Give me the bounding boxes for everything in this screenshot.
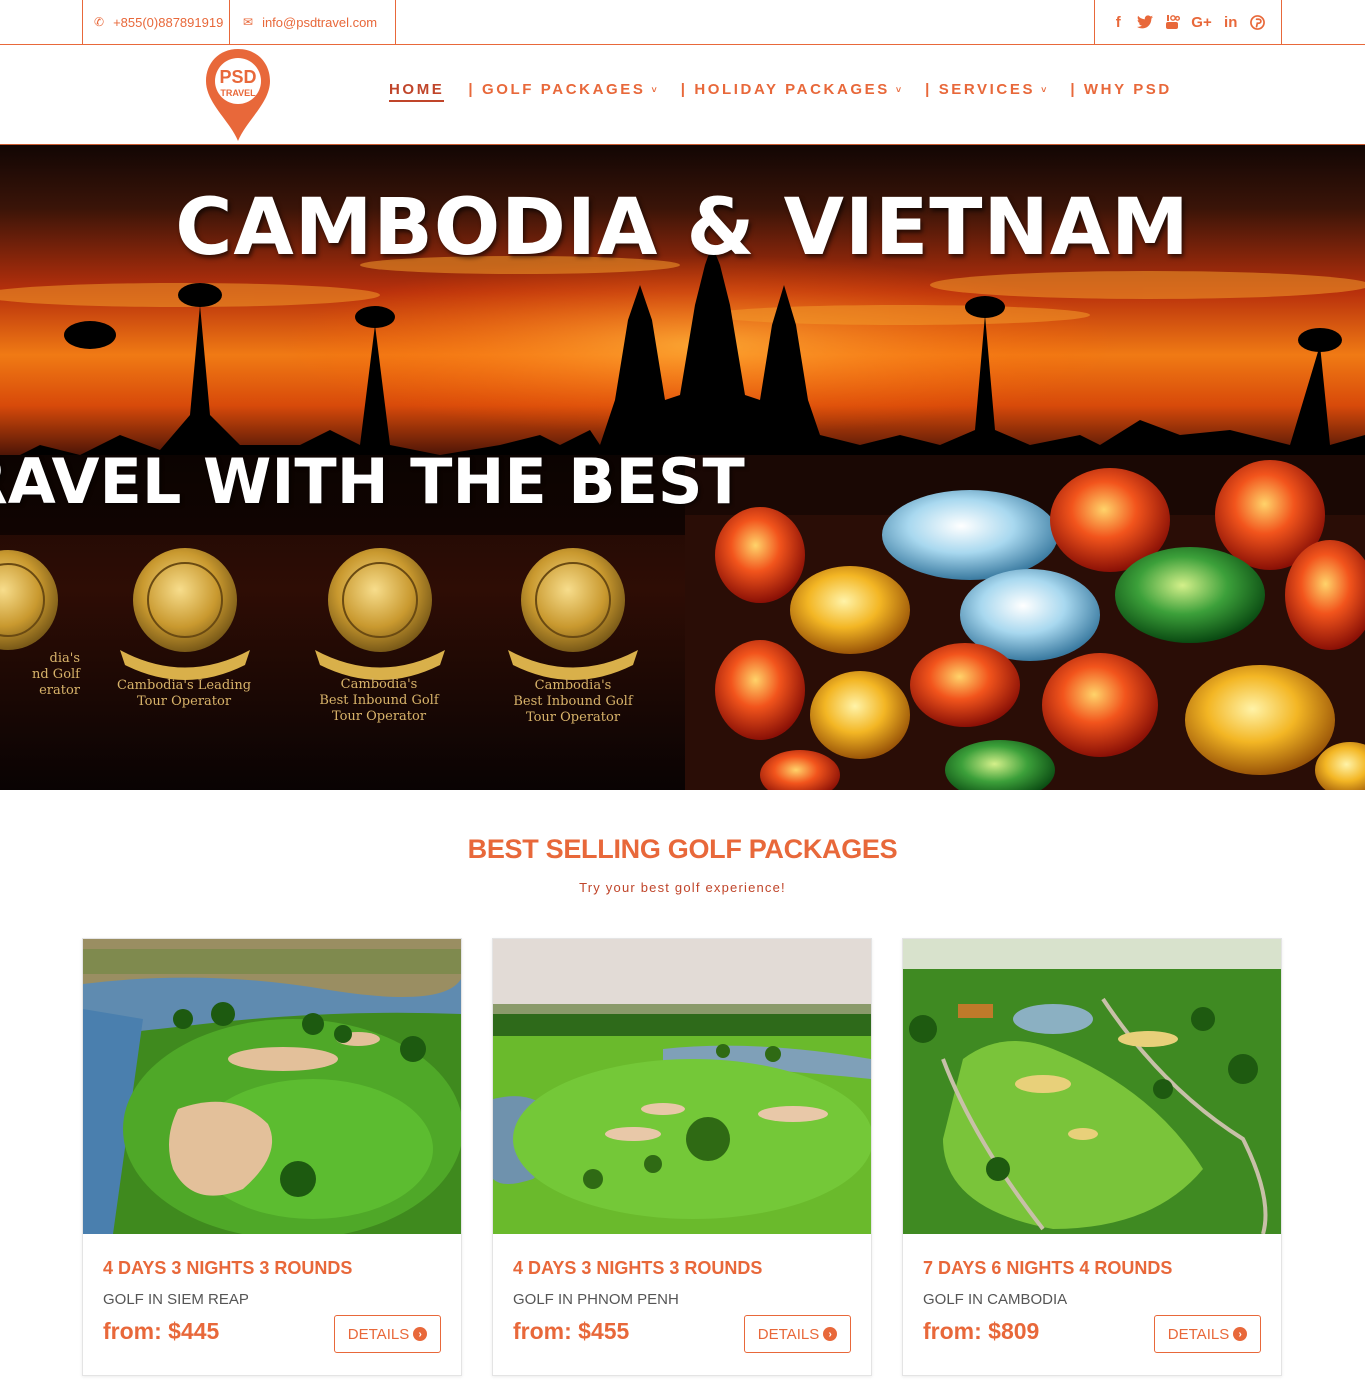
- nav-label-holiday: | HOLIDAY PACKAGES: [680, 81, 890, 98]
- site-header: PSD TRAVEL HOME | GOLF PACKAGES ˅ | HOLI…: [0, 45, 1365, 145]
- award-caption: Cambodia's Best Inbound Golf Tour Operator: [513, 678, 633, 725]
- phone-icon: ✆: [94, 15, 105, 29]
- section-subtitle: Try your best golf experience!: [579, 880, 786, 895]
- section-title: BEST SELLING GOLF PACKAGES: [467, 834, 898, 864]
- details-button[interactable]: DETAILS ›: [744, 1315, 851, 1353]
- envelope-icon: ✉: [243, 15, 254, 29]
- chevron-down-icon: ˅: [895, 84, 902, 95]
- package-card[interactable]: 7 DAYS 6 NIGHTS 4 ROUNDS GOLF IN CAMBODI…: [902, 938, 1282, 1376]
- linkedin-icon[interactable]: in: [1223, 13, 1239, 31]
- hero-title: CAMBODIA & VIETNAM: [175, 183, 1190, 273]
- package-price: from: $445: [103, 1318, 220, 1344]
- nav-item-why-psd[interactable]: | WHY PSD: [1070, 81, 1172, 98]
- package-title: 4 DAYS 3 NIGHTS 3 ROUNDS: [513, 1258, 763, 1278]
- nav-item-services[interactable]: | SERVICES ˅: [925, 81, 1046, 98]
- hero-banner: CAMBODIA & VIETNAM RAVEL WITH THE BEST d…: [0, 145, 1365, 790]
- details-button[interactable]: DETAILS ›: [334, 1315, 441, 1353]
- award-caption: Cambodia's Leading Tour Operator: [116, 678, 252, 709]
- chevron-down-icon: ˅: [1041, 84, 1047, 95]
- logo-line2: TRAVEL: [220, 88, 256, 98]
- facebook-icon[interactable]: f: [1110, 13, 1126, 31]
- psd-travel-logo[interactable]: PSD TRAVEL: [204, 47, 272, 143]
- chevron-down-icon: ˅: [651, 84, 657, 95]
- package-price: from: $809: [923, 1318, 1040, 1344]
- package-location: GOLF IN SIEM REAP: [103, 1291, 249, 1308]
- nav-item-golf-packages[interactable]: | GOLF PACKAGES ˅: [468, 81, 656, 98]
- email-address[interactable]: info@psdtravel.com: [262, 15, 377, 30]
- award-caption: dia's nd Golf erator: [31, 651, 80, 698]
- golf-course-photo[interactable]: [903, 939, 1281, 1234]
- package-card[interactable]: 4 DAYS 3 NIGHTS 3 ROUNDS GOLF IN SIEM RE…: [82, 938, 462, 1376]
- phone-number[interactable]: +855(0)887891919: [113, 15, 223, 30]
- golf-course-photo[interactable]: [83, 939, 461, 1234]
- details-button-label: DETAILS: [1167, 1325, 1230, 1343]
- nav-label-golf: | GOLF PACKAGES: [468, 81, 646, 98]
- top-bar: ✆ +855(0)887891919 ✉ info@psdtravel.com …: [0, 0, 1365, 45]
- details-button-label: DETAILS: [757, 1325, 820, 1343]
- arrow-circle-right-icon: ›: [823, 1327, 838, 1341]
- package-location: GOLF IN CAMBODIA: [923, 1291, 1068, 1308]
- hero-subtitle: RAVEL WITH THE BEST: [0, 445, 745, 518]
- google-plus-icon[interactable]: G+: [1191, 13, 1211, 31]
- package-title: 4 DAYS 3 NIGHTS 3 ROUNDS: [103, 1258, 353, 1278]
- phone-contact[interactable]: ✆ +855(0)887891919: [82, 0, 230, 44]
- social-links: f G+ in: [1094, 0, 1282, 44]
- main-nav: HOME | GOLF PACKAGES ˅ | HOLIDAY PACKAGE…: [389, 77, 1196, 102]
- arrow-circle-right-icon: ›: [1233, 1327, 1248, 1341]
- logo-line1: PSD: [219, 67, 256, 87]
- nav-item-holiday-packages[interactable]: | HOLIDAY PACKAGES ˅: [681, 81, 901, 98]
- package-price: from: $455: [513, 1318, 630, 1344]
- pinterest-icon[interactable]: [1250, 13, 1266, 31]
- details-button-label: DETAILS: [347, 1325, 410, 1343]
- details-button[interactable]: DETAILS ›: [1154, 1315, 1261, 1353]
- nav-item-home[interactable]: HOME: [389, 81, 445, 102]
- nav-label-services: | SERVICES: [925, 81, 1036, 98]
- package-card[interactable]: 4 DAYS 3 NIGHTS 3 ROUNDS GOLF IN PHNOM P…: [492, 938, 872, 1376]
- package-location: GOLF IN PHNOM PENH: [513, 1291, 679, 1308]
- golf-course-photo[interactable]: [493, 939, 871, 1234]
- twitter-icon[interactable]: [1137, 13, 1154, 31]
- arrow-circle-right-icon: ›: [413, 1327, 428, 1341]
- email-contact[interactable]: ✉ info@psdtravel.com: [229, 0, 396, 44]
- package-title: 7 DAYS 6 NIGHTS 4 ROUNDS: [923, 1258, 1173, 1278]
- award-caption: Cambodia's Best Inbound Golf Tour Operator: [319, 677, 439, 724]
- youtube-icon[interactable]: [1164, 13, 1181, 31]
